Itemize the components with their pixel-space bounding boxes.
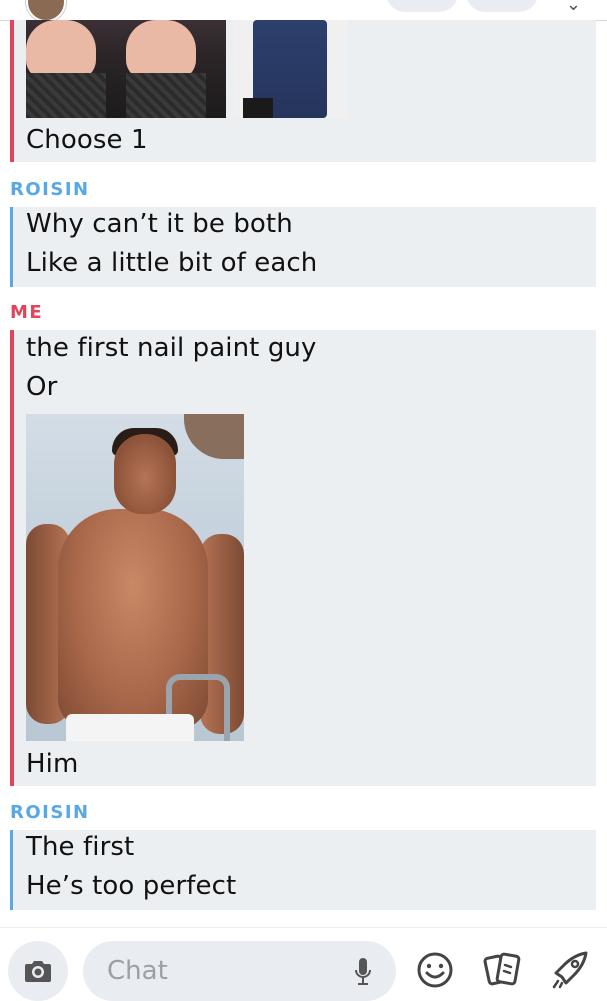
chat-header: ⌄ (0, 0, 607, 21)
message-text: The first (26, 832, 135, 862)
rocket-icon[interactable] (550, 951, 590, 989)
message-group-roisin: Why can’t it be both Like a little bit o… (10, 207, 596, 287)
message-text: Him (26, 749, 79, 779)
emoji-icon[interactable] (416, 951, 454, 989)
sender-bar (10, 207, 13, 287)
sender-name: ME (10, 302, 44, 323)
message-text: the first nail paint guy (26, 333, 317, 363)
message-text: Or (26, 372, 58, 402)
chat-toolbar: Chat (0, 927, 607, 1001)
sender-bar (10, 20, 14, 162)
chevron-down-icon[interactable]: ⌄ (566, 0, 581, 15)
shared-photo[interactable] (233, 20, 347, 118)
sender-bar (10, 330, 14, 786)
message-text: Why can’t it be both (26, 209, 293, 239)
sender-name: ROISIN (10, 802, 90, 823)
microphone-icon[interactable] (354, 957, 372, 987)
message-text: He’s too perfect (26, 871, 237, 901)
message-group-roisin: The first He’s too perfect (10, 830, 596, 910)
sender-name: ROISIN (10, 179, 90, 200)
shared-photo[interactable] (26, 20, 226, 118)
avatar[interactable] (26, 0, 66, 20)
camera-button[interactable] (8, 941, 68, 1001)
header-call-button[interactable] (386, 0, 458, 12)
camera-icon (25, 961, 51, 982)
sender-bar (10, 830, 13, 910)
header-video-button[interactable] (466, 0, 538, 12)
message-text: Choose 1 (26, 125, 148, 155)
chat-placeholder: Chat (107, 956, 168, 986)
cards-icon[interactable] (481, 951, 525, 989)
message-text: Like a little bit of each (26, 248, 318, 278)
chat-input[interactable]: Chat (83, 941, 396, 1001)
shared-photo[interactable] (26, 414, 244, 741)
